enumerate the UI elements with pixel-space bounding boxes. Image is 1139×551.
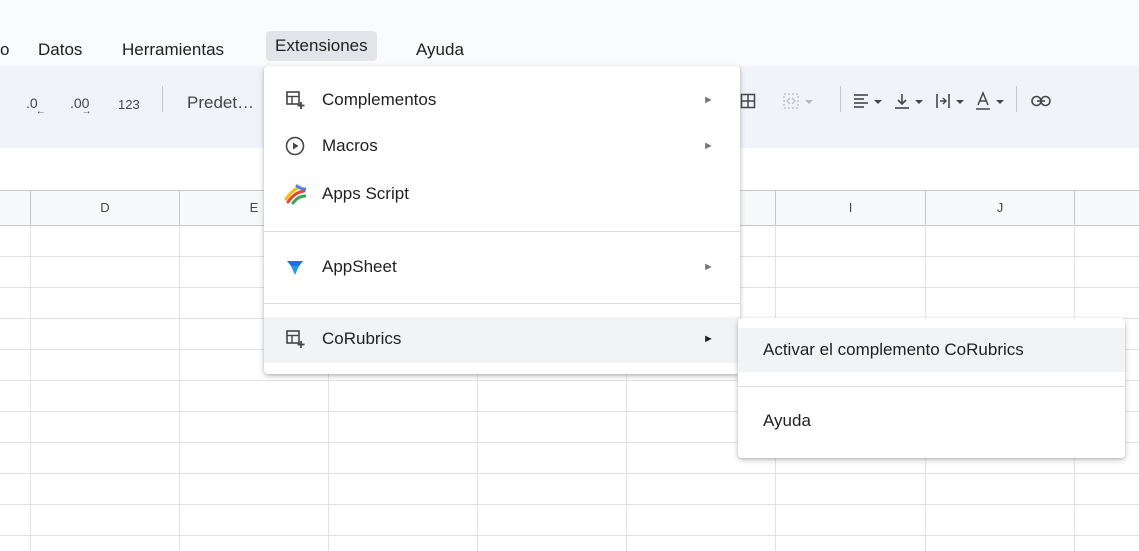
menu-item-label: Complementos [322, 90, 437, 109]
toolbar-divider [1016, 86, 1017, 112]
menu-item-appsheet[interactable]: AppSheet ► [264, 245, 740, 289]
column-header-k[interactable] [1074, 191, 1139, 225]
toolbar-divider [840, 86, 841, 112]
submenu-arrow-icon: ► [703, 333, 714, 345]
activate-corubrics-item[interactable]: Activar el complemento CoRubrics [738, 328, 1125, 372]
arrow-right-icon: → [81, 106, 92, 117]
submenu-arrow-icon: ► [703, 94, 714, 106]
menu-item-corubrics[interactable]: CoRubrics ► [264, 317, 740, 363]
corubrics-help-item[interactable]: Ayuda [738, 399, 1125, 443]
appsheet-icon [287, 261, 303, 275]
menu-item-label: Apps Script [322, 184, 409, 203]
text-rotation-icon[interactable] [975, 91, 1009, 111]
menu-item-macros[interactable]: Macros ► [264, 124, 740, 168]
menu-item-extensiones[interactable]: Extensiones [266, 31, 377, 61]
row-divider [0, 535, 1139, 536]
font-format-dropdown[interactable]: Predet… [187, 93, 254, 113]
vertical-align-icon[interactable] [894, 93, 928, 111]
menu-item-label: Ayuda [763, 411, 811, 430]
number-format-button[interactable]: 123 [118, 97, 140, 112]
column-divider [30, 225, 31, 551]
row-divider [0, 473, 1139, 474]
column-header-d[interactable]: D [30, 191, 179, 225]
menu-item-apps-script[interactable]: Apps Script [264, 172, 740, 216]
menu-item-formato[interactable]: o [0, 36, 9, 64]
increase-decimals-button[interactable]: .00→ [70, 95, 99, 117]
insert-link-icon[interactable] [1031, 95, 1051, 107]
submenu-arrow-icon: ► [703, 140, 714, 152]
toolbar-divider [162, 86, 163, 112]
corubrics-submenu: Activar el complemento CoRubrics Ayuda [738, 318, 1125, 458]
menu-item-label: CoRubrics [322, 329, 402, 348]
menu-divider [738, 386, 1125, 387]
column-header-j[interactable]: J [925, 191, 1074, 225]
merge-cells-icon[interactable] [783, 93, 817, 111]
apps-script-icon [284, 184, 306, 205]
menu-item-ayuda[interactable]: Ayuda [416, 36, 464, 64]
menu-item-label: Activar el complemento CoRubrics [763, 340, 1024, 359]
menu-item-label: Macros [322, 136, 378, 155]
menu-item-herramientas[interactable]: Herramientas [122, 36, 224, 64]
add-on-icon [286, 91, 305, 109]
horizontal-align-icon[interactable] [853, 93, 887, 111]
decrease-decimals-button[interactable]: .0← [26, 95, 48, 117]
menu-item-datos[interactable]: Datos [38, 36, 82, 64]
text-wrap-icon[interactable] [935, 93, 969, 111]
arrow-left-icon: ← [35, 106, 46, 117]
submenu-arrow-icon: ► [703, 261, 714, 273]
menu-bar: o Datos Herramientas Extensiones Ayuda [0, 0, 1139, 66]
column-divider [179, 225, 180, 551]
borders-icon[interactable] [740, 93, 756, 109]
menu-divider [264, 231, 740, 232]
extensions-menu: Complementos ► Macros ► Apps Script AppS… [264, 66, 740, 374]
row-divider [0, 504, 1139, 505]
menu-item-complementos[interactable]: Complementos ► [264, 78, 740, 122]
menu-item-label: AppSheet [322, 257, 397, 276]
menu-divider [264, 303, 740, 304]
column-header-i[interactable]: I [775, 191, 925, 225]
add-on-icon [286, 330, 305, 348]
play-circle-icon [285, 136, 305, 156]
